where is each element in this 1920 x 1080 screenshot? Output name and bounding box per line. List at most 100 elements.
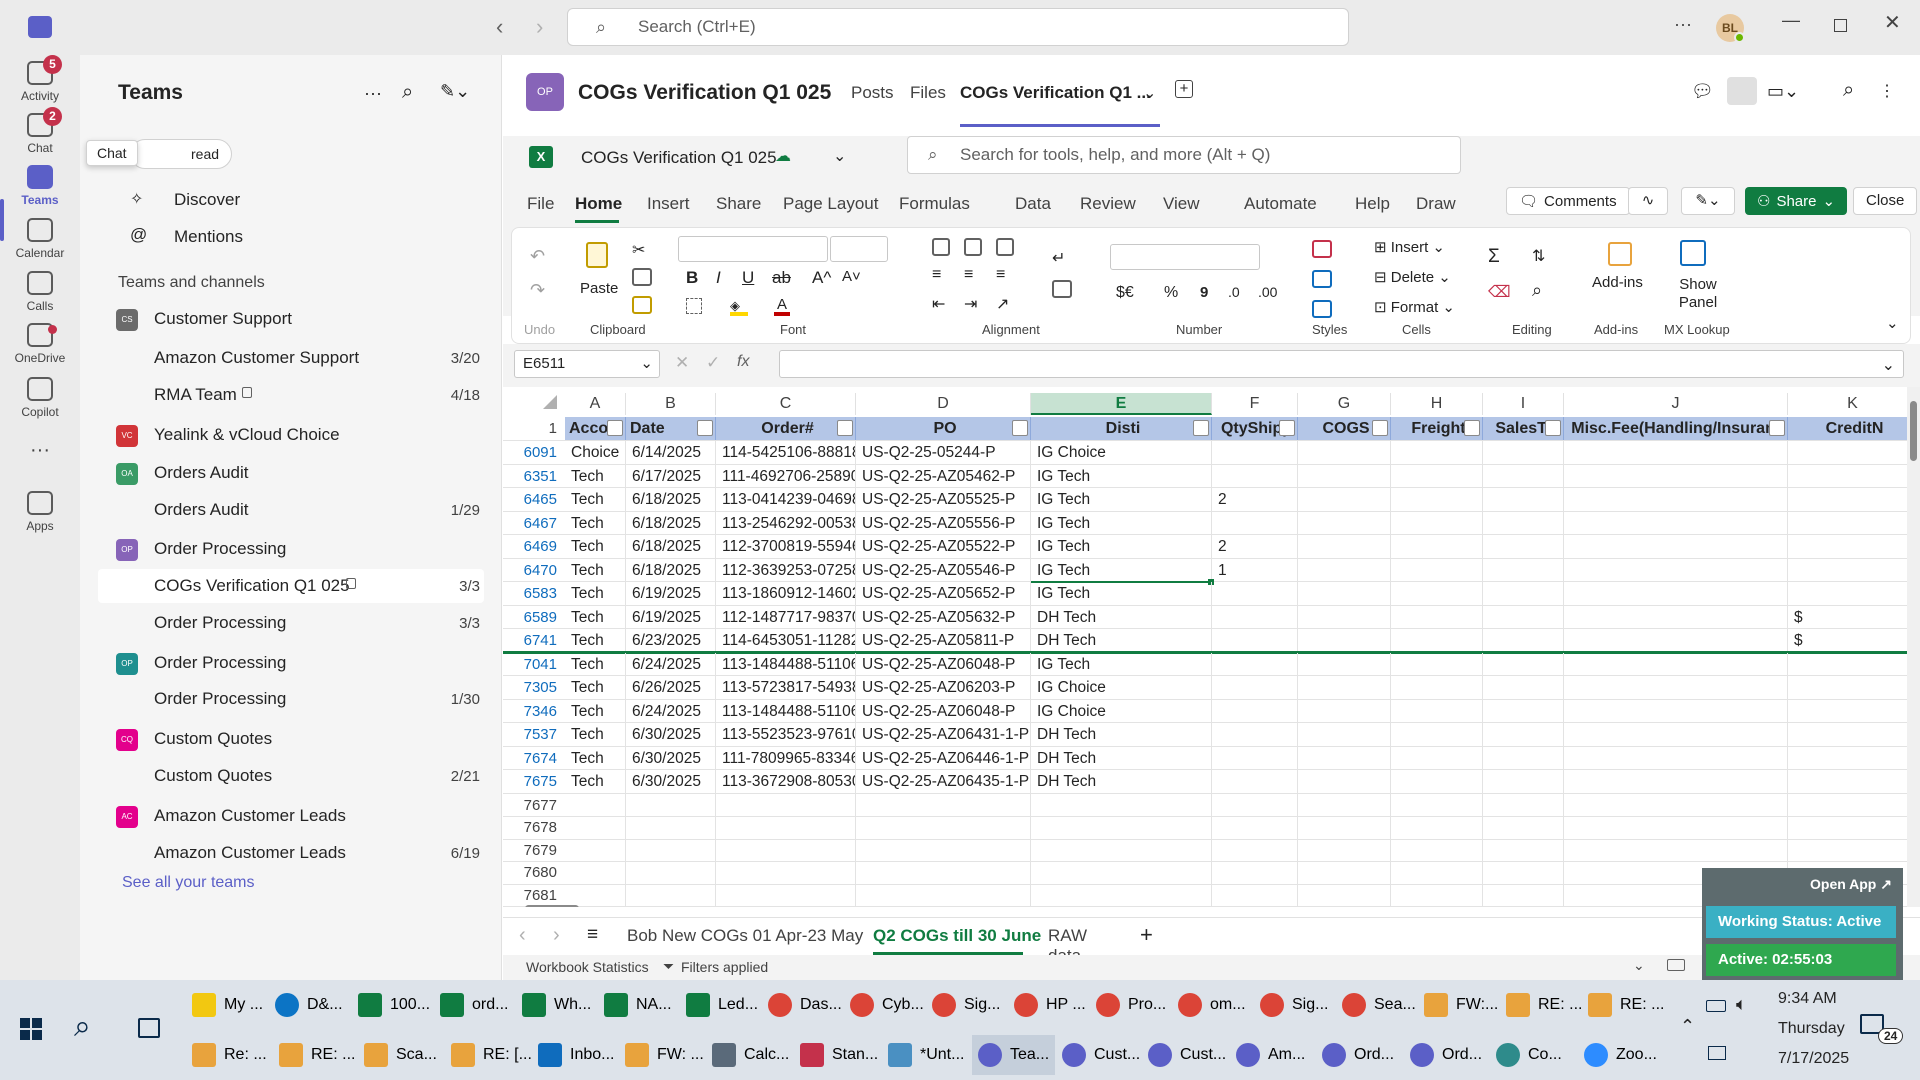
cell-j[interactable]: [1564, 746, 1788, 770]
clear-icon[interactable]: ⌫: [1488, 282, 1511, 302]
cell-e[interactable]: IG Tech: [1031, 535, 1212, 558]
italic-icon[interactable]: I: [716, 268, 721, 288]
forward-arrow-icon[interactable]: ›: [536, 14, 543, 40]
empty-cell[interactable]: [1788, 793, 1918, 817]
filter-dropdown-icon[interactable]: [1464, 420, 1480, 436]
empty-cell[interactable]: [1391, 816, 1483, 839]
empty-cell[interactable]: [856, 883, 1031, 907]
cell-i[interactable]: [1483, 511, 1564, 535]
empty-cell[interactable]: [565, 838, 626, 862]
cell-i[interactable]: [1483, 652, 1564, 676]
cell-k[interactable]: [1788, 746, 1918, 770]
cell-d[interactable]: US-Q2-25-AZ05522-P: [856, 535, 1031, 558]
cell-e[interactable]: IG Tech: [1031, 464, 1212, 488]
taskbar-app-button[interactable]: RE: ...: [279, 1035, 355, 1075]
cell-f[interactable]: [1212, 652, 1298, 676]
cell-a[interactable]: Tech: [565, 535, 626, 558]
cell-h[interactable]: [1391, 511, 1483, 535]
autosum-icon[interactable]: Σ: [1488, 246, 1500, 268]
taskbar-app-button[interactable]: Led...: [686, 985, 758, 1025]
cell-h[interactable]: [1391, 605, 1483, 629]
empty-cell[interactable]: [565, 816, 626, 839]
taskbar-app-button[interactable]: RE: ...: [1588, 985, 1664, 1025]
cell-e[interactable]: DH Tech: [1031, 629, 1212, 652]
menu-tab-file[interactable]: File: [527, 194, 554, 214]
cell-h[interactable]: [1391, 746, 1483, 770]
cell-a[interactable]: Tech: [565, 464, 626, 488]
cell-h[interactable]: [1391, 629, 1483, 652]
currency-icon[interactable]: $€: [1116, 284, 1134, 302]
rail-activity-button[interactable]: Activity 5: [0, 55, 80, 103]
taskbar-app-button[interactable]: Stan...: [800, 1035, 878, 1075]
empty-cell[interactable]: [1391, 861, 1483, 884]
empty-cell[interactable]: [1564, 793, 1788, 817]
table-header-cell[interactable]: CreditN: [1788, 417, 1918, 440]
cell-i[interactable]: [1483, 629, 1564, 652]
cell-b[interactable]: 6/18/2025: [626, 511, 716, 535]
menu-tab-view[interactable]: View: [1163, 194, 1200, 214]
network-icon[interactable]: [1708, 1046, 1726, 1060]
row-number[interactable]: 7679: [503, 839, 563, 862]
taskbar-app-button[interactable]: RE: ...: [1506, 985, 1582, 1025]
table-header-cell[interactable]: Date: [626, 417, 716, 440]
more-options-icon[interactable]: ···: [1674, 14, 1692, 35]
cell-g[interactable]: [1298, 464, 1391, 488]
decrease-indent-icon[interactable]: ⇤: [932, 294, 945, 314]
table-header-cell[interactable]: Disti: [1031, 417, 1212, 440]
decrease-font-icon[interactable]: A˅: [842, 268, 861, 285]
filter-dropdown-icon[interactable]: [1372, 420, 1388, 436]
cell-j[interactable]: [1564, 511, 1788, 535]
cell-f[interactable]: [1212, 699, 1298, 723]
delete-cells-button[interactable]: ⊟ Delete ⌄: [1374, 268, 1451, 286]
cell-f[interactable]: [1212, 511, 1298, 535]
cell-a[interactable]: Tech: [565, 746, 626, 770]
column-header-d[interactable]: D: [856, 393, 1031, 415]
row-number[interactable]: 6589: [503, 606, 563, 629]
cell-k[interactable]: [1788, 723, 1918, 746]
taskbar-app-button[interactable]: Cust...: [1062, 1035, 1140, 1075]
cell-j[interactable]: [1564, 652, 1788, 676]
empty-cell[interactable]: [716, 838, 856, 862]
empty-cell[interactable]: [856, 838, 1031, 862]
comments-button[interactable]: 🗨︎ Comments: [1506, 187, 1630, 215]
table-header-cell[interactable]: SalesTa: [1483, 417, 1564, 440]
cell-e[interactable]: IG Tech: [1031, 488, 1212, 511]
cell-c[interactable]: 112-3639253-0725863: [716, 558, 856, 582]
cell-e[interactable]: IG Choice: [1031, 699, 1212, 723]
filter-dropdown-icon[interactable]: [697, 420, 713, 436]
cell-f[interactable]: [1212, 464, 1298, 488]
taskbar-app-button[interactable]: RE: [...: [451, 1035, 532, 1075]
cell-b[interactable]: 6/18/2025: [626, 488, 716, 511]
channel-item[interactable]: Orders Audit 1/29: [80, 500, 502, 524]
empty-cell[interactable]: [626, 793, 716, 817]
filter-dropdown-icon[interactable]: [1769, 420, 1785, 436]
cell-k[interactable]: [1788, 582, 1918, 605]
formula-input[interactable]: ⌄: [779, 350, 1904, 378]
underline-icon[interactable]: U: [742, 268, 754, 288]
cell-c[interactable]: 113-1484488-5110604: [716, 699, 856, 723]
cell-g[interactable]: [1298, 488, 1391, 511]
cell-d[interactable]: US-Q2-25-AZ06048-P: [856, 652, 1031, 676]
cell-b[interactable]: 6/24/2025: [626, 652, 716, 676]
cell-d[interactable]: US-Q2-25-AZ06435-1-P: [856, 770, 1031, 793]
empty-cell[interactable]: [1788, 838, 1918, 862]
cell-g[interactable]: [1298, 582, 1391, 605]
taskbar-app-button[interactable]: FW: ...: [625, 1035, 704, 1075]
taskbar-app-button[interactable]: ord...: [440, 985, 508, 1025]
cell-j[interactable]: [1564, 699, 1788, 723]
cell-j[interactable]: [1564, 629, 1788, 652]
cell-k[interactable]: [1788, 770, 1918, 793]
cell-e[interactable]: IG Choice: [1031, 441, 1212, 464]
column-header-j[interactable]: J: [1564, 393, 1788, 415]
cell-f[interactable]: [1212, 676, 1298, 699]
row-number[interactable]: 6091: [503, 441, 563, 464]
search-icon[interactable]: ⌕: [1843, 79, 1854, 102]
cell-c[interactable]: 113-5723817-5493850: [716, 676, 856, 699]
cell-k[interactable]: $: [1788, 629, 1918, 652]
rail-calls-button[interactable]: Calls: [0, 271, 80, 313]
increase-decimal-icon[interactable]: .0: [1228, 284, 1240, 300]
rail--button[interactable]: ···: [0, 440, 80, 468]
empty-cell[interactable]: [1483, 883, 1564, 907]
row-number[interactable]: 6469: [503, 535, 563, 558]
row-number[interactable]: 7678: [503, 816, 563, 839]
